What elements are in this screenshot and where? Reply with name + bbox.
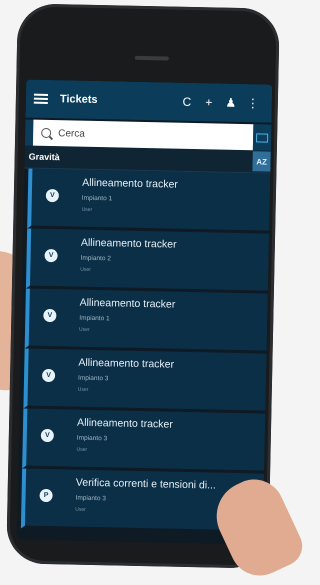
user-icon[interactable]: ♟ bbox=[220, 96, 242, 110]
ticket-item[interactable]: V Allineamento tracker Impianto 3 User bbox=[23, 348, 267, 414]
priority-badge: V bbox=[44, 248, 58, 263]
priority-badge: V bbox=[45, 188, 60, 203]
ticket-user: User bbox=[79, 326, 90, 333]
more-options-icon[interactable]: ⋮ bbox=[242, 96, 264, 110]
ticket-title: Allineamento tracker bbox=[82, 176, 178, 191]
ticket-plant: Impianto 1 bbox=[81, 194, 113, 203]
ticket-title: Allineamento tracker bbox=[80, 236, 177, 251]
search-placeholder: Cerca bbox=[58, 127, 85, 140]
ticket-user: User bbox=[77, 386, 89, 393]
ticket-plant: Impianto 3 bbox=[77, 374, 109, 383]
ticket-plant: Impianto 3 bbox=[75, 494, 106, 503]
add-icon[interactable]: + bbox=[198, 95, 220, 109]
priority-badge: V bbox=[40, 428, 54, 443]
priority-badge: V bbox=[41, 368, 56, 383]
ticket-title: Verifica correnti e tensioni di... bbox=[75, 476, 217, 492]
hamburger-menu-icon[interactable] bbox=[33, 93, 49, 104]
ticket-item[interactable]: V Allineamento tracker Impianto 2 User bbox=[25, 228, 270, 294]
group-label: Gravità bbox=[28, 151, 60, 163]
ticket-user: User bbox=[81, 206, 93, 213]
ticket-plant: Impianto 1 bbox=[79, 314, 110, 323]
mail-button[interactable] bbox=[252, 124, 272, 151]
ticket-plant: Impianto 3 bbox=[76, 434, 108, 443]
ticket-item[interactable]: V Allineamento tracker Impianto 1 User bbox=[27, 168, 271, 234]
ticket-plant: Impianto 2 bbox=[80, 254, 111, 263]
ticket-item[interactable]: V Allineamento tracker Impianto 1 User bbox=[24, 288, 268, 354]
mail-icon bbox=[256, 132, 269, 143]
priority-badge: P bbox=[39, 488, 53, 503]
search-row: Cerca bbox=[24, 119, 272, 151]
ticket-user: User bbox=[76, 446, 88, 453]
priority-badge: V bbox=[43, 308, 57, 323]
sort-az-button[interactable]: AZ bbox=[252, 151, 271, 172]
search-input[interactable]: Cerca bbox=[32, 119, 254, 151]
app-bar: Tickets C + ♟ ⋮ bbox=[25, 79, 273, 123]
ticket-title: Allineamento tracker bbox=[79, 296, 176, 311]
refresh-icon[interactable]: C bbox=[176, 95, 198, 109]
ticket-user: User bbox=[80, 266, 91, 273]
ticket-title: Allineamento tracker bbox=[78, 356, 175, 371]
page-title: Tickets bbox=[59, 93, 98, 107]
ticket-item[interactable]: V Allineamento tracker Impianto 3 User bbox=[22, 408, 266, 474]
search-icon bbox=[41, 127, 52, 139]
ticket-title: Allineamento tracker bbox=[76, 416, 173, 431]
ticket-user: User bbox=[75, 506, 86, 513]
app-screen: Tickets C + ♟ ⋮ Cerca Gravità AZ V Allin… bbox=[16, 79, 273, 545]
ticket-list: V Allineamento tracker Impianto 1 User V… bbox=[17, 168, 271, 534]
phone-speaker bbox=[134, 55, 169, 61]
